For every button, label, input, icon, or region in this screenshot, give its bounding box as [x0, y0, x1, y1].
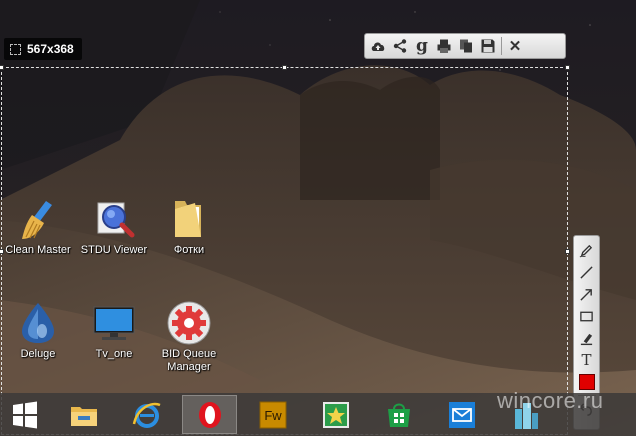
pen-icon[interactable] [576, 239, 598, 261]
share-icon[interactable] [389, 35, 411, 57]
desktop-icon-deluge[interactable]: Deluge [0, 300, 80, 361]
fireworks-glyph: Fw [264, 408, 282, 423]
file-explorer-icon[interactable] [56, 395, 111, 434]
arrow-icon[interactable] [576, 283, 598, 305]
gear-icon [166, 300, 212, 346]
windows-store-icon[interactable] [371, 395, 426, 434]
fireworks-icon[interactable]: Fw [245, 395, 300, 434]
copy-icon[interactable] [455, 35, 477, 57]
selection-corner-icon [10, 43, 21, 55]
selection-size-badge: 567x368 [4, 38, 82, 60]
desktop-icon-clean-master[interactable]: Clean Master [0, 196, 80, 257]
toolbar-divider [501, 37, 502, 55]
desktop-icon-label: Deluge [20, 348, 56, 360]
opera-icon[interactable] [182, 395, 237, 434]
magnifier-icon [91, 196, 137, 242]
google-search-icon[interactable]: g [411, 35, 433, 57]
desktop-icon-label-line: Manager [167, 361, 211, 373]
desktop-icon-tv-one[interactable]: Tv_one [72, 300, 156, 361]
screenshot-top-toolbar: g ✕ [364, 33, 566, 59]
desktop-icon-label-line: BID Queue [161, 348, 217, 360]
desktop-icon-label: STDU Viewer [80, 244, 148, 256]
folder-icon [166, 196, 212, 242]
marker-icon[interactable] [576, 327, 598, 349]
desktop-icon-bid-queue-manager[interactable]: BID Queue Manager [147, 300, 231, 374]
broom-icon [15, 196, 61, 242]
monitor-icon [91, 300, 137, 346]
line-icon[interactable] [576, 261, 598, 283]
print-icon[interactable] [433, 35, 455, 57]
internet-explorer-icon[interactable] [119, 395, 174, 434]
upload-cloud-icon[interactable] [367, 35, 389, 57]
close-icon[interactable]: ✕ [504, 35, 526, 57]
desktop-icon-label: BID Queue Manager [162, 348, 216, 374]
rectangle-icon[interactable] [576, 305, 598, 327]
watermark: wincore.ru [497, 388, 604, 413]
mail-icon[interactable] [434, 395, 489, 434]
desktop-icon-fotki[interactable]: Фотки [147, 196, 231, 257]
desktop-icon-label: Фотки [173, 244, 205, 256]
text-tool-icon[interactable]: T [576, 349, 598, 371]
water-drop-icon [15, 300, 61, 346]
windows-start-icon[interactable] [0, 395, 50, 434]
selection-size-label: 567x368 [27, 42, 74, 56]
save-icon[interactable] [477, 35, 499, 57]
desktop-icon-label: Clean Master [5, 244, 71, 256]
desktop-icon-label: Tv_one [95, 348, 133, 360]
feed-reader-icon[interactable] [308, 395, 363, 434]
desktop-icon-stdu-viewer[interactable]: STDU Viewer [72, 196, 156, 257]
